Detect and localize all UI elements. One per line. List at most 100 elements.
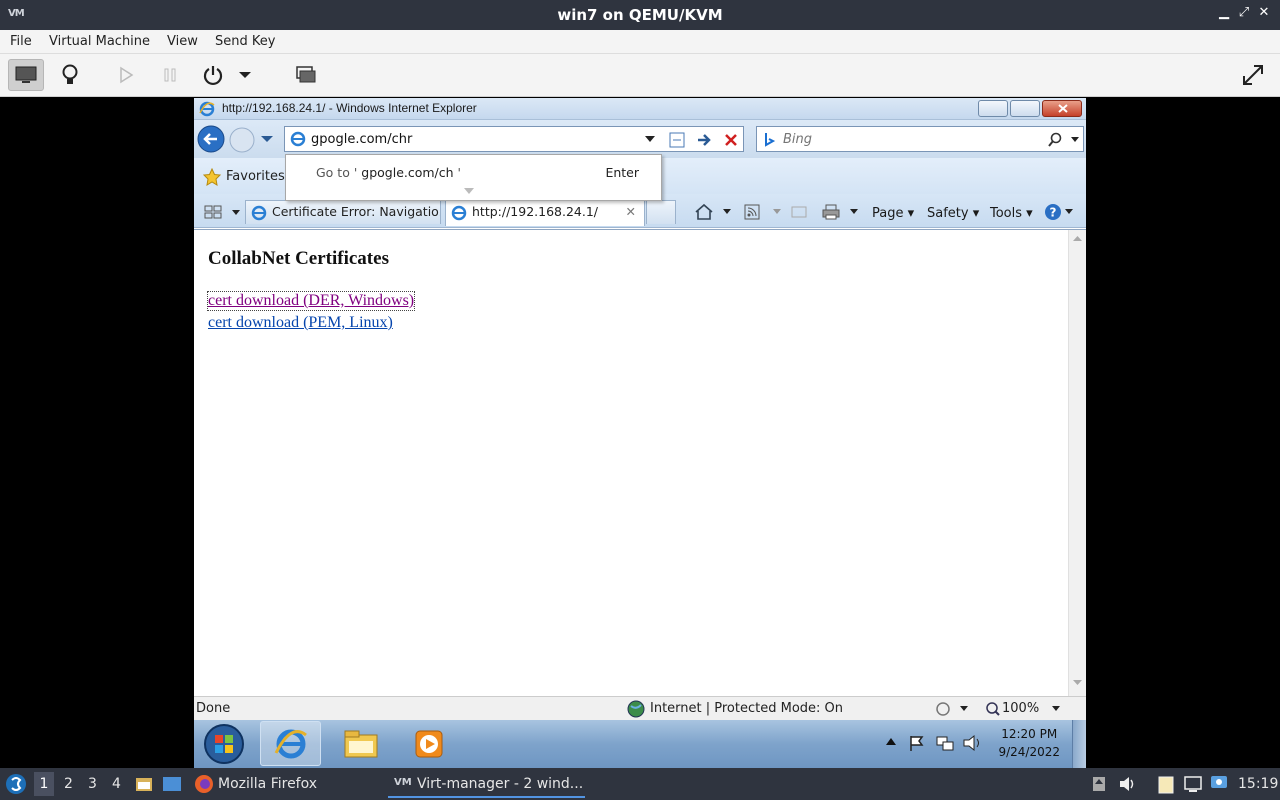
- ie-titlebar: http://192.168.24.1/ - Windows Internet …: [194, 98, 1086, 120]
- menu-send-key[interactable]: Send Key: [215, 34, 275, 49]
- tab-current[interactable]: http://192.168.24.1/ ✕: [445, 200, 645, 226]
- tab-list-dropdown-icon[interactable]: [232, 210, 240, 216]
- workspace-4[interactable]: 4: [112, 776, 121, 792]
- show-desktop-icon[interactable]: [162, 775, 182, 793]
- compatibility-view-icon[interactable]: [668, 131, 686, 149]
- show-desktop-button[interactable]: [1072, 720, 1086, 768]
- ie-minimize-button[interactable]: [978, 100, 1008, 117]
- workspace-3[interactable]: 3: [88, 776, 97, 792]
- vertical-scrollbar[interactable]: [1068, 230, 1086, 696]
- windows-clock[interactable]: 12:20 PM 9/24/2022: [998, 725, 1060, 761]
- tab-close-icon[interactable]: ✕: [626, 204, 636, 219]
- feeds-icon[interactable]: [744, 204, 760, 220]
- forward-button[interactable]: [229, 127, 255, 153]
- workspace-1[interactable]: 1: [34, 772, 54, 796]
- network-icon[interactable]: [935, 734, 955, 752]
- stop-icon[interactable]: [722, 131, 740, 149]
- new-tab-button[interactable]: [646, 200, 676, 224]
- feeds-dropdown-icon[interactable]: [773, 209, 781, 215]
- read-mail-icon[interactable]: [791, 205, 807, 219]
- notification-icon[interactable]: [1209, 774, 1229, 792]
- taskbar-firefox[interactable]: Mozilla Firefox: [218, 776, 317, 792]
- file-manager-icon[interactable]: [135, 775, 153, 793]
- guest-display[interactable]: http://192.168.24.1/ - Windows Internet …: [194, 98, 1086, 768]
- search-box[interactable]: [756, 126, 1084, 152]
- recent-pages-dropdown[interactable]: [261, 135, 273, 143]
- pause-button[interactable]: [152, 59, 188, 91]
- start-button[interactable]: [202, 723, 246, 765]
- favorites-button[interactable]: Favorites: [226, 169, 285, 184]
- lightbulb-icon: [62, 64, 78, 84]
- clipboard-icon[interactable]: [1157, 774, 1175, 794]
- zoom-level[interactable]: 100%: [1002, 701, 1039, 716]
- maximize-icon[interactable]: ⤢: [1236, 5, 1252, 23]
- taskbar-virt-manager[interactable]: VM Virt-manager - 2 wind...: [388, 768, 585, 798]
- autocomplete-goto[interactable]: Go to ' gpogle.com/ch ': [316, 165, 461, 180]
- quick-tabs-icon[interactable]: [204, 205, 222, 219]
- workspace-2[interactable]: 2: [64, 776, 73, 792]
- volume-icon[interactable]: [962, 734, 982, 752]
- shutdown-menu-button[interactable]: [234, 59, 256, 91]
- host-clock[interactable]: 15:19: [1238, 776, 1278, 792]
- zone-dropdown-icon[interactable]: [960, 706, 968, 712]
- protected-mode-icon[interactable]: [934, 701, 952, 717]
- security-zone[interactable]: Internet | Protected Mode: On: [650, 701, 843, 716]
- internet-zone-icon: [627, 700, 645, 718]
- address-input[interactable]: [311, 130, 651, 148]
- explorer-folder-icon[interactable]: [343, 727, 379, 761]
- ie-window-title: http://192.168.24.1/ - Windows Internet …: [222, 101, 477, 115]
- scroll-down-icon[interactable]: [1073, 680, 1082, 686]
- console-view-button[interactable]: [8, 59, 44, 91]
- shutdown-button[interactable]: [195, 59, 231, 91]
- goto-prefix: Go to ': [316, 165, 358, 180]
- print-dropdown-icon[interactable]: [850, 209, 858, 215]
- safety-menu[interactable]: Safety ▾: [927, 206, 979, 221]
- display-icon[interactable]: [1183, 775, 1203, 793]
- close-icon[interactable]: ✕: [1256, 5, 1272, 23]
- scroll-up-icon[interactable]: [1073, 236, 1082, 242]
- run-button[interactable]: [108, 59, 144, 91]
- address-bar[interactable]: [284, 126, 744, 152]
- address-dropdown-icon[interactable]: [645, 136, 655, 143]
- help-dropdown-icon[interactable]: [1065, 209, 1073, 215]
- print-icon[interactable]: [821, 203, 841, 221]
- ie-close-button[interactable]: [1042, 100, 1082, 117]
- goto-url: gpogle.com/ch: [361, 165, 454, 180]
- search-input[interactable]: [783, 130, 1033, 148]
- action-center-flag-icon[interactable]: [908, 734, 926, 752]
- menu-view[interactable]: View: [167, 34, 198, 49]
- home-dropdown-icon[interactable]: [723, 209, 731, 215]
- zoom-dropdown-icon[interactable]: [1052, 706, 1060, 712]
- snapshots-button[interactable]: [288, 59, 324, 91]
- fullscreen-button[interactable]: [1235, 59, 1271, 91]
- safety-menu-label: Safety: [927, 206, 969, 221]
- pause-icon: [164, 68, 176, 82]
- distro-logo-icon[interactable]: [5, 773, 27, 795]
- cert-download-pem-link[interactable]: cert download (PEM, Linux): [208, 314, 393, 332]
- show-hidden-icons[interactable]: [886, 738, 896, 746]
- tools-menu[interactable]: Tools ▾: [990, 206, 1033, 221]
- menu-file[interactable]: File: [10, 34, 32, 49]
- vm-menubar: File Virtual Machine View Send Key: [0, 30, 1280, 54]
- help-icon[interactable]: ?: [1044, 203, 1062, 221]
- page-menu[interactable]: Page ▾: [872, 206, 914, 221]
- cert-download-der-link[interactable]: cert download (DER, Windows): [206, 291, 416, 311]
- minimize-icon[interactable]: ▁: [1216, 5, 1232, 23]
- search-icon[interactable]: [1047, 132, 1063, 148]
- zoom-icon[interactable]: [985, 701, 1001, 717]
- details-view-button[interactable]: [52, 59, 88, 91]
- tab-certificate-error[interactable]: Certificate Error: Navigatio...: [245, 200, 441, 224]
- media-player-icon[interactable]: [414, 729, 444, 759]
- home-icon[interactable]: [694, 203, 714, 221]
- ie-restore-button[interactable]: [1010, 100, 1040, 117]
- volume-icon[interactable]: [1118, 775, 1136, 793]
- updates-icon[interactable]: [1091, 775, 1107, 793]
- autocomplete-expand-icon[interactable]: [464, 188, 474, 195]
- back-button[interactable]: [197, 125, 225, 153]
- taskbar-ie-button[interactable]: [260, 721, 321, 766]
- address-autocomplete[interactable]: Go to ' gpogle.com/ch ' Enter: [285, 154, 662, 201]
- menu-virtual-machine[interactable]: Virtual Machine: [49, 34, 150, 49]
- page-heading: CollabNet Certificates: [208, 248, 389, 269]
- search-dropdown-icon[interactable]: [1071, 137, 1079, 143]
- go-arrow-icon[interactable]: [695, 131, 713, 149]
